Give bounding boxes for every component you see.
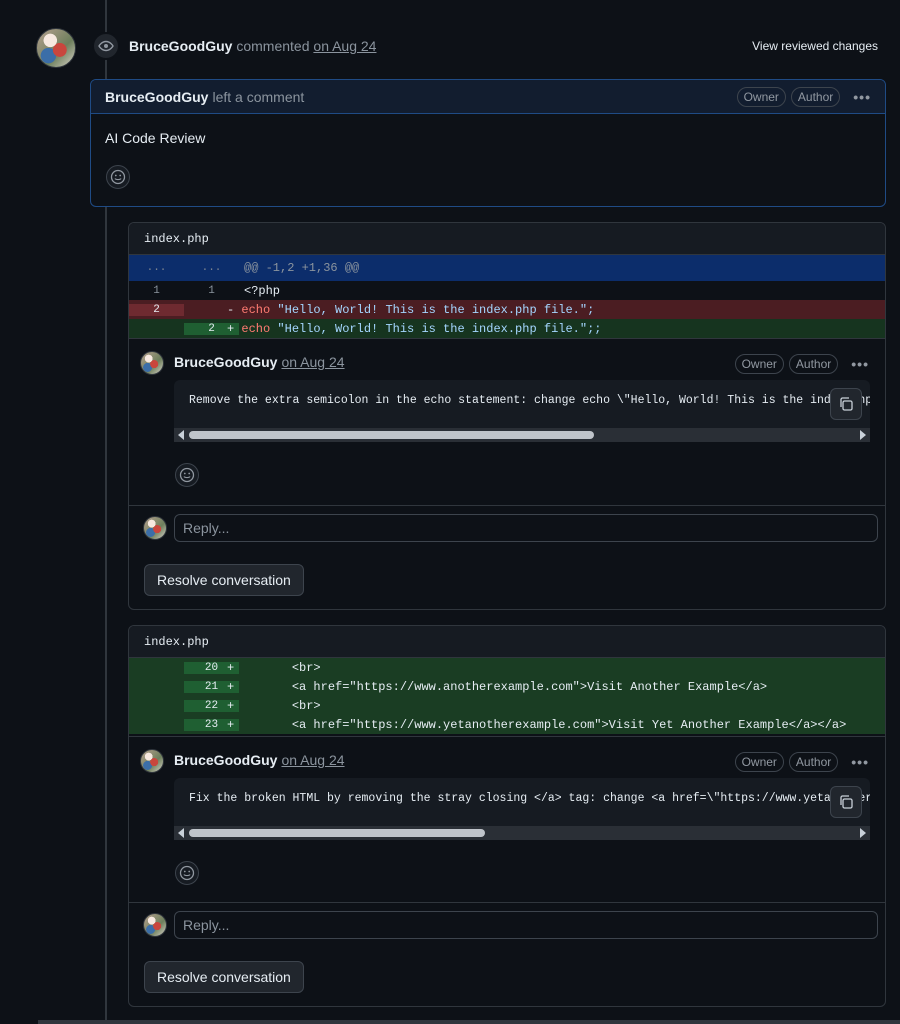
review-summary: BruceGoodGuy commented on Aug 24 <box>129 38 376 54</box>
divider <box>38 1020 900 1024</box>
author-link[interactable]: BruceGoodGuy <box>174 752 277 768</box>
date-link[interactable]: on Aug 24 <box>281 354 344 370</box>
diff-line-added: 20 + <br> <box>129 658 885 677</box>
author-link[interactable]: BruceGoodGuy <box>174 354 277 370</box>
copy-icon[interactable] <box>830 388 862 420</box>
diff-line-added: 21 + <a href="https://www.anotherexample… <box>129 677 885 696</box>
avatar <box>143 516 167 540</box>
author-badge: Author <box>788 752 839 772</box>
owner-badge: Owner <box>734 752 784 772</box>
author-link[interactable]: BruceGoodGuy <box>105 89 208 105</box>
resolve-conversation-button[interactable]: Resolve conversation <box>144 961 304 993</box>
review-header: BruceGoodGuy commented on Aug 24 View re… <box>36 28 886 68</box>
comment-action-text: left a comment <box>212 88 305 105</box>
date-link[interactable]: on Aug 24 <box>313 38 376 54</box>
view-reviewed-changes-link[interactable]: View reviewed changes <box>752 39 878 53</box>
file-name[interactable]: index.php <box>129 223 885 255</box>
scrollbar-thumb[interactable] <box>189 829 485 837</box>
smiley-icon[interactable] <box>175 463 199 487</box>
scroll-right-icon[interactable] <box>860 430 866 440</box>
reply-input[interactable]: Reply... <box>174 514 878 542</box>
suggestion-code-box: Remove the extra semicolon in the echo s… <box>174 380 870 442</box>
eye-icon <box>92 32 120 60</box>
resolve-conversation-button[interactable]: Resolve conversation <box>144 564 304 596</box>
scrollbar-thumb[interactable] <box>189 431 594 439</box>
reply-row: Reply... <box>129 902 885 946</box>
horizontal-scrollbar[interactable] <box>174 428 870 442</box>
diff-line-added: 2 + echo "Hello, World! This is the inde… <box>129 319 885 338</box>
horizontal-scrollbar[interactable] <box>174 826 870 840</box>
review-thread: index.php 20 + <br> 21 + <a href="https:… <box>128 625 886 1007</box>
scroll-left-icon[interactable] <box>178 430 184 440</box>
smiley-icon[interactable] <box>175 861 199 885</box>
reply-row: Reply... <box>129 505 885 549</box>
diff-line: 1 1 <?php <box>153 283 281 298</box>
author-badge: Author <box>790 87 841 107</box>
suggestion-text: Fix the broken HTML by removing the stra… <box>189 792 870 805</box>
scroll-right-icon[interactable] <box>860 828 866 838</box>
file-name[interactable]: index.php <box>129 626 885 658</box>
smiley-icon[interactable] <box>106 165 130 189</box>
copy-icon[interactable] <box>830 786 862 818</box>
avatar[interactable] <box>36 28 76 68</box>
reply-input[interactable]: Reply... <box>174 911 878 939</box>
action-text: commented <box>236 38 310 54</box>
review-comment-box: BruceGoodGuy left a comment Owner Author… <box>90 79 886 207</box>
diff-line-deleted: 2 - echo "Hello, World! This is the inde… <box>129 300 885 319</box>
suggestion-code-box: Fix the broken HTML by removing the stra… <box>174 778 870 840</box>
suggestion-text: Remove the extra semicolon in the echo s… <box>189 394 870 407</box>
diff-hunk-header[interactable]: ... ... @@ -1,2 +1,36 @@ <box>129 255 885 281</box>
date-link[interactable]: on Aug 24 <box>281 752 344 768</box>
scroll-left-icon[interactable] <box>178 828 184 838</box>
review-comment-header: BruceGoodGuy left a comment Owner Author… <box>91 80 885 114</box>
review-thread: index.php ... ... @@ -1,2 +1,36 @@ 1 1 <… <box>128 222 886 610</box>
avatar[interactable] <box>140 749 164 773</box>
author-link[interactable]: BruceGoodGuy <box>129 38 232 54</box>
kebab-icon[interactable]: ••• <box>851 754 869 770</box>
diff-line-added: 23 + <a href="https://www.yetanotherexam… <box>129 715 885 734</box>
owner-badge: Owner <box>736 87 786 107</box>
kebab-icon[interactable]: ••• <box>851 356 869 372</box>
kebab-icon[interactable]: ••• <box>853 89 871 105</box>
author-badge: Author <box>788 354 839 374</box>
avatar <box>143 913 167 937</box>
inline-comment: BruceGoodGuy on Aug 24 Owner Author ••• F… <box>129 736 885 904</box>
inline-comment: BruceGoodGuy on Aug 24 Owner Author ••• R… <box>129 338 885 506</box>
owner-badge: Owner <box>734 354 784 374</box>
review-comment-body: AI Code Review <box>105 130 206 146</box>
diff-line-added: 22 + <br> <box>129 696 885 715</box>
avatar[interactable] <box>140 351 164 375</box>
